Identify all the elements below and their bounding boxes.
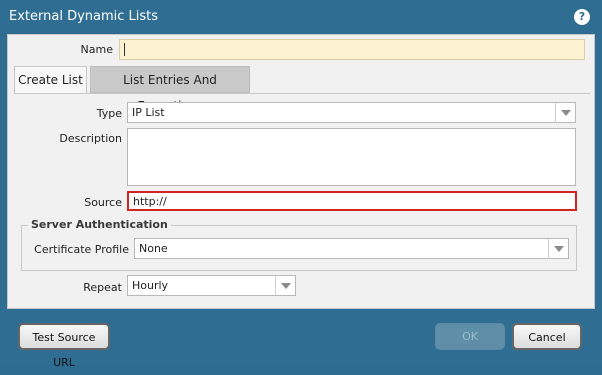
tab-create-list[interactable]: Create List [14, 66, 87, 93]
source-input[interactable]: http:// [127, 191, 577, 211]
chevron-down-icon[interactable] [275, 276, 295, 295]
source-label: Source [84, 196, 122, 209]
type-label: Type [96, 107, 122, 120]
tab-list-entries-and-exceptions[interactable]: List Entries And Exceptions [90, 66, 250, 113]
certificate-profile-select[interactable]: None [134, 238, 569, 259]
ok-button[interactable]: OK [435, 323, 505, 350]
certificate-profile-label: Certificate Profile [34, 243, 129, 256]
description-textarea[interactable] [127, 128, 576, 186]
cancel-button[interactable]: Cancel [512, 323, 582, 350]
tab-divider [14, 93, 590, 94]
test-source-url-button[interactable]: Test Source URL [18, 323, 110, 369]
name-label: Name [80, 43, 113, 56]
title-bar: External Dynamic Lists ? [0, 0, 602, 34]
text-cursor [124, 43, 125, 56]
description-label: Description [59, 132, 122, 145]
chevron-down-icon[interactable] [555, 103, 575, 122]
repeat-label: Repeat [83, 281, 122, 294]
certificate-profile-value: None [139, 242, 168, 255]
repeat-value: Hourly [132, 279, 169, 292]
form-panel: Name Create List List Entries And Except… [7, 34, 595, 309]
external-dynamic-lists-dialog: External Dynamic Lists ? Name Create Lis… [0, 0, 602, 369]
server-authentication-group: Server Authentication Certificate Profil… [21, 218, 577, 271]
server-authentication-legend: Server Authentication [28, 218, 171, 231]
source-value: http:// [133, 195, 167, 208]
type-select[interactable]: IP List [127, 102, 576, 123]
type-selected-value: IP List [132, 106, 165, 119]
chevron-down-icon[interactable] [548, 239, 568, 258]
dialog-title: External Dynamic Lists [9, 9, 159, 24]
repeat-select[interactable]: Hourly [127, 275, 296, 296]
name-input[interactable] [119, 39, 585, 60]
help-icon[interactable]: ? [574, 9, 590, 25]
